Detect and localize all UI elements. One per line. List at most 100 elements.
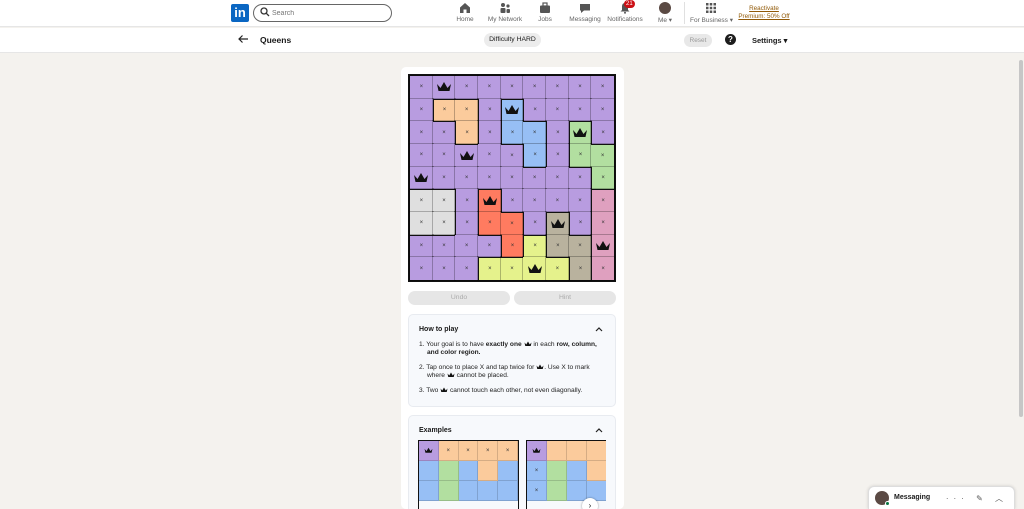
board-cell[interactable]: × [409,75,434,100]
board-cell[interactable]: × [476,256,502,281]
nav-for-business[interactable]: For Business ▾ [690,2,733,26]
board-cell[interactable]: × [409,210,434,236]
help-icon[interactable]: ? [725,34,736,45]
board-cell[interactable]: × [522,210,547,236]
board-cell[interactable]: × [544,188,570,213]
board-cell[interactable]: × [409,142,434,168]
board-cell[interactable]: × [431,120,457,145]
chevron-up-icon[interactable] [595,427,603,433]
board-cell[interactable]: × [590,120,615,145]
board-cell[interactable]: × [431,256,457,281]
board-cell[interactable]: × [590,210,615,236]
board-cell[interactable]: × [499,188,525,213]
board-cell[interactable]: × [476,233,502,259]
board-cell[interactable] [567,120,593,145]
board-cell[interactable]: × [499,233,525,259]
board-cell[interactable]: × [476,120,502,145]
board-cell[interactable]: × [431,142,457,168]
nav-messaging[interactable]: Messaging [569,2,601,26]
premium-link[interactable]: Reactivate Premium: 50% Off [736,5,792,20]
board-cell[interactable]: × [499,165,525,191]
board-cell[interactable]: × [476,142,502,168]
board-cell[interactable]: × [567,233,593,259]
scrollbar[interactable] [1019,60,1023,417]
board-cell[interactable]: × [544,256,570,281]
messaging-bar[interactable]: Messaging ··· ✎ ︿ [868,486,1015,509]
board-cell[interactable]: × [499,75,525,100]
board-cell[interactable]: × [522,75,547,100]
linkedin-logo[interactable]: in [231,4,249,22]
board-cell[interactable]: × [567,256,593,281]
board-cell[interactable]: × [567,188,593,213]
settings-menu[interactable]: Settings ▾ [752,36,787,45]
board-cell[interactable]: × [499,120,525,145]
board-cell[interactable]: × [409,233,434,259]
board-cell[interactable]: × [409,120,434,145]
board-cell[interactable] [454,142,479,168]
board-cell[interactable]: × [409,97,434,123]
board-cell[interactable]: × [454,120,479,145]
board-cell[interactable]: × [454,97,479,123]
board-cell[interactable] [499,97,525,123]
hint-button[interactable]: Hint [514,291,616,305]
board-cell[interactable]: × [567,165,593,191]
board-cell[interactable]: × [590,256,615,281]
next-example-button[interactable]: › [582,498,598,509]
back-arrow-icon[interactable] [237,33,249,45]
search-box[interactable] [253,4,392,22]
board-cell[interactable]: × [409,256,434,281]
board-cell[interactable]: × [590,188,615,213]
nav-jobs[interactable]: Jobs [536,2,554,26]
board-cell[interactable]: × [454,75,479,100]
board-cell[interactable] [409,165,434,191]
board-cell[interactable]: × [544,165,570,191]
board-cell[interactable]: × [476,75,502,100]
board-cell[interactable]: × [522,142,547,168]
board-cell[interactable]: × [454,233,479,259]
board-cell[interactable]: × [476,97,502,123]
board-cell[interactable]: × [522,165,547,191]
board-cell[interactable]: × [590,142,615,168]
reset-button[interactable]: Reset [684,34,712,47]
board-cell[interactable]: × [522,233,547,259]
board-cell[interactable]: × [522,120,547,145]
board-cell[interactable]: × [409,188,434,213]
board-cell[interactable]: × [431,210,457,236]
board-cell[interactable]: × [499,210,525,236]
chevron-up-icon[interactable] [595,326,603,332]
board-cell[interactable] [431,75,457,100]
nav-notifications[interactable]: 21 Notifications [607,0,643,26]
board-cell[interactable]: × [476,165,502,191]
board-cell[interactable]: × [499,256,525,281]
board-cell[interactable]: × [590,75,615,100]
search-input[interactable] [272,6,382,20]
board-cell[interactable]: × [544,97,570,123]
board-cell[interactable]: × [454,256,479,281]
board-cell[interactable]: × [567,142,593,168]
board-cell[interactable]: × [567,97,593,123]
board-cell[interactable]: × [522,188,547,213]
board-cell[interactable]: × [567,75,593,100]
nav-home[interactable]: Home [455,2,475,26]
board-cell[interactable]: × [499,142,525,168]
board-cell[interactable]: × [454,188,479,213]
undo-button[interactable]: Undo [408,291,510,305]
board-cell[interactable]: × [431,188,457,213]
board-cell[interactable]: × [454,210,479,236]
board-cell[interactable]: × [544,233,570,259]
messaging-actions[interactable]: ··· ✎ ︿ [946,493,1008,504]
board-cell[interactable] [476,188,502,213]
board-cell[interactable]: × [544,142,570,168]
board-cell[interactable] [522,256,547,281]
board-cell[interactable]: × [476,210,502,236]
board-cell[interactable]: × [522,97,547,123]
board-cell[interactable]: × [590,97,615,123]
board-cell[interactable]: × [544,75,570,100]
board-cell[interactable]: × [544,120,570,145]
board-cell[interactable] [590,233,615,259]
queens-board[interactable]: × × × × × × × × × × × × × × × × × × × × × × × × × × × × × × × × × × × × × × × ×… [408,74,616,282]
board-cell[interactable] [544,210,570,236]
board-cell[interactable]: × [431,233,457,259]
board-cell[interactable]: × [567,210,593,236]
nav-me[interactable]: Me ▾ [655,2,675,26]
